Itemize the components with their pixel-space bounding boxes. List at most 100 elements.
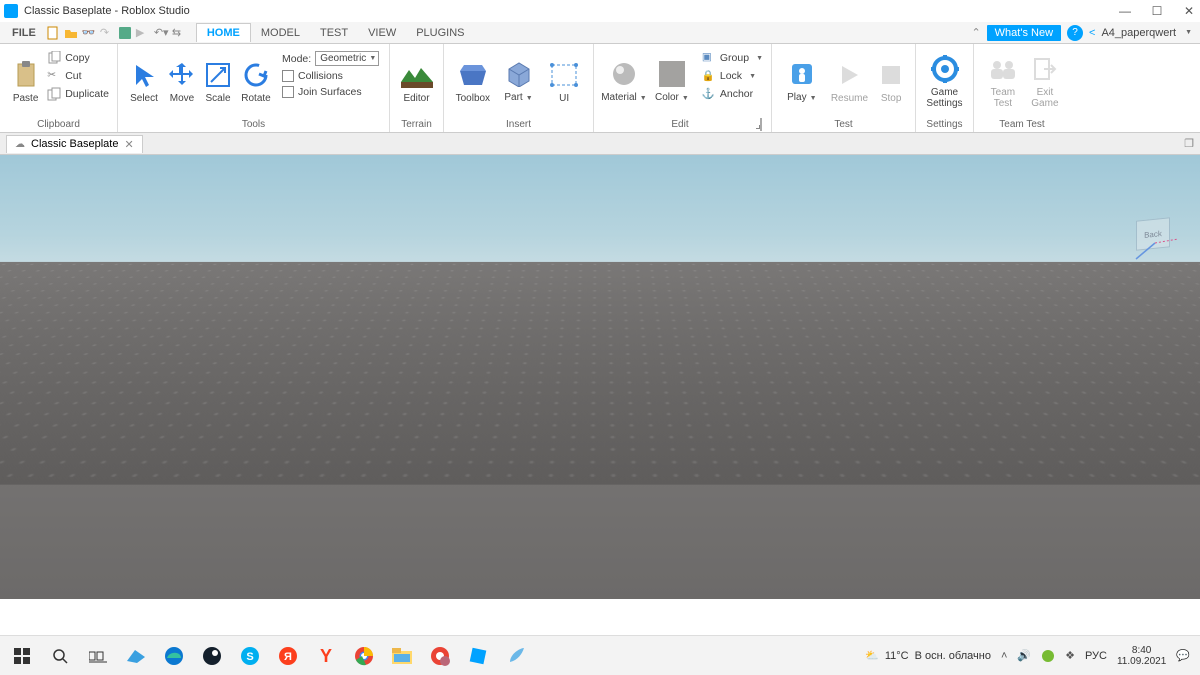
rotate-button[interactable]: Rotate xyxy=(236,48,276,114)
tab-plugins[interactable]: PLUGINS xyxy=(406,24,474,42)
start-button[interactable] xyxy=(4,640,40,672)
ribbon: Paste Copy ✂Cut Duplicate Clipboard Sele… xyxy=(0,44,1200,133)
orientation-widget[interactable]: Back xyxy=(1130,215,1180,265)
new-file-icon[interactable] xyxy=(46,26,60,40)
window-gap xyxy=(0,599,1200,635)
resume-button[interactable]: Resume xyxy=(826,48,874,114)
ribbon-group-clipboard: Paste Copy ✂Cut Duplicate Clipboard xyxy=(0,44,118,132)
windows-taskbar: S Я Y ⛅ 11°C В осн. облачно ˄ 🔊 ❖ РУС 8:… xyxy=(0,635,1200,675)
viewport[interactable]: Back xyxy=(0,155,1200,599)
tray-sync-icon[interactable] xyxy=(1041,649,1055,663)
collisions-checkbox[interactable]: Collisions xyxy=(282,69,379,83)
color-button[interactable]: Color▼ xyxy=(648,48,696,114)
ribbon-group-tools: Select Move Scale Rotate Mode: Geometric… xyxy=(118,44,390,132)
volume-icon[interactable]: 🔊 xyxy=(1017,649,1031,662)
ribbon-group-test: Play▼ Resume Stop Test xyxy=(772,44,916,132)
taskbar-app-1[interactable] xyxy=(118,640,154,672)
maximize-button[interactable]: ☐ xyxy=(1150,4,1164,18)
find-icon[interactable]: 👓 xyxy=(82,26,96,40)
open-file-icon[interactable] xyxy=(64,26,78,40)
save-icon[interactable] xyxy=(118,26,132,40)
ui-button[interactable]: UI xyxy=(541,48,587,114)
ribbon-group-edit: Material▼ Color▼ ▣Group▼ 🔒Lock▼ ⚓Anchor … xyxy=(594,44,772,132)
minimize-button[interactable]: — xyxy=(1118,4,1132,18)
tray-chevron-icon[interactable]: ˄ xyxy=(1001,650,1007,662)
cloud-icon: ☁ xyxy=(15,139,25,150)
tab-test[interactable]: TEST xyxy=(310,24,358,42)
taskbar-yandex[interactable]: Я xyxy=(270,640,306,672)
tray-nvidia-icon[interactable]: ❖ xyxy=(1065,649,1075,662)
taskbar-clock[interactable]: 8:40 11.09.2021 xyxy=(1117,645,1166,667)
checkbox-icon xyxy=(282,86,294,98)
material-button[interactable]: Material▼ xyxy=(600,48,648,114)
cut-button[interactable]: ✂Cut xyxy=(45,68,111,84)
copy-icon xyxy=(47,51,61,65)
team-test-button[interactable]: TeamTest xyxy=(980,48,1026,114)
whats-new-button[interactable]: What's New xyxy=(987,25,1061,41)
share-icon[interactable]: < xyxy=(1089,27,1095,39)
task-view-button[interactable] xyxy=(80,640,116,672)
taskbar-edge[interactable] xyxy=(156,640,192,672)
copy-button[interactable]: Copy xyxy=(45,50,111,66)
game-settings-button[interactable]: GameSettings xyxy=(922,48,967,114)
help-icon[interactable]: ? xyxy=(1067,25,1083,41)
tab-view[interactable]: VIEW xyxy=(358,24,406,42)
taskbar-app-feather[interactable] xyxy=(498,640,534,672)
file-menu[interactable]: FILE xyxy=(6,27,42,39)
weather-widget[interactable]: ⛅ 11°C В осн. облачно xyxy=(865,649,991,662)
window-title: Classic Baseplate - Roblox Studio xyxy=(24,5,1118,17)
redo-icon[interactable]: ↷ xyxy=(100,26,114,40)
search-button[interactable] xyxy=(42,640,78,672)
duplicate-icon xyxy=(47,87,61,101)
window-titlebar: Classic Baseplate - Roblox Studio — ☐ ✕ xyxy=(0,0,1200,22)
restore-panels-icon[interactable]: ❐ xyxy=(1184,137,1194,150)
taskbar-yandex-browser[interactable]: Y xyxy=(308,640,344,672)
tab-model[interactable]: MODEL xyxy=(251,24,310,42)
terrain-editor-button[interactable]: Editor xyxy=(396,48,437,114)
close-button[interactable]: ✕ xyxy=(1182,4,1196,18)
document-tab-bar: ☁ Classic Baseplate ✕ ❐ xyxy=(0,133,1200,155)
edit-dialog-launcher[interactable] xyxy=(760,119,765,130)
toolbox-button[interactable]: Toolbox xyxy=(450,48,496,114)
exit-game-button[interactable]: ExitGame xyxy=(1026,48,1064,114)
close-tab-icon[interactable]: ✕ xyxy=(124,138,133,151)
collapse-ribbon-icon[interactable]: ⌃ xyxy=(971,26,980,39)
play-button[interactable]: Play▼ xyxy=(778,48,826,114)
username-dropdown-icon[interactable]: ▼ xyxy=(1185,29,1192,36)
join-surfaces-checkbox[interactable]: Join Surfaces xyxy=(282,85,379,99)
move-button[interactable]: Move xyxy=(164,48,200,114)
group-button[interactable]: ▣Group▼ xyxy=(700,50,765,66)
duplicate-button[interactable]: Duplicate xyxy=(45,86,111,102)
taskbar-skype[interactable]: S xyxy=(232,640,268,672)
svg-text:Y: Y xyxy=(320,646,332,666)
taskbar-explorer[interactable] xyxy=(384,640,420,672)
ribbon-group-settings: GameSettings Settings xyxy=(916,44,974,132)
ribbon-group-team-test: TeamTest ExitGame Team Test xyxy=(974,44,1070,132)
notifications-icon[interactable]: 💬 xyxy=(1176,649,1190,662)
scale-button[interactable]: Scale xyxy=(200,48,236,114)
taskbar-roblox-studio[interactable] xyxy=(460,640,496,672)
taskbar-steam[interactable] xyxy=(194,640,230,672)
part-button[interactable]: Part▼ xyxy=(496,48,542,114)
taskbar-chrome-profile[interactable] xyxy=(422,640,458,672)
ribbon-group-insert: Toolbox Part▼ UI Insert xyxy=(444,44,594,132)
qat-customize-icon[interactable]: ⇆ xyxy=(172,26,186,40)
play-icon[interactable]: ▶ xyxy=(136,26,150,40)
mode-control: Mode: Geometric▼ xyxy=(282,50,379,67)
ribbon-group-terrain: Editor Terrain xyxy=(390,44,444,132)
username-label[interactable]: A4_paperqwert xyxy=(1101,27,1176,39)
language-indicator[interactable]: РУС xyxy=(1085,650,1107,662)
undo-dropdown-icon[interactable]: ↶▾ xyxy=(154,26,168,40)
cut-icon: ✂ xyxy=(47,69,61,83)
stop-button[interactable]: Stop xyxy=(873,48,909,114)
paste-button[interactable]: Paste xyxy=(6,48,45,114)
anchor-button[interactable]: ⚓Anchor xyxy=(700,86,765,102)
taskbar-chrome[interactable] xyxy=(346,640,382,672)
lock-button[interactable]: 🔒Lock▼ xyxy=(700,68,765,84)
document-tab[interactable]: ☁ Classic Baseplate ✕ xyxy=(6,135,143,153)
mode-dropdown[interactable]: Geometric▼ xyxy=(315,51,379,66)
anchor-icon: ⚓ xyxy=(702,87,716,101)
select-button[interactable]: Select xyxy=(124,48,164,114)
tab-home[interactable]: HOME xyxy=(196,23,251,42)
lock-icon: 🔒 xyxy=(702,69,716,83)
